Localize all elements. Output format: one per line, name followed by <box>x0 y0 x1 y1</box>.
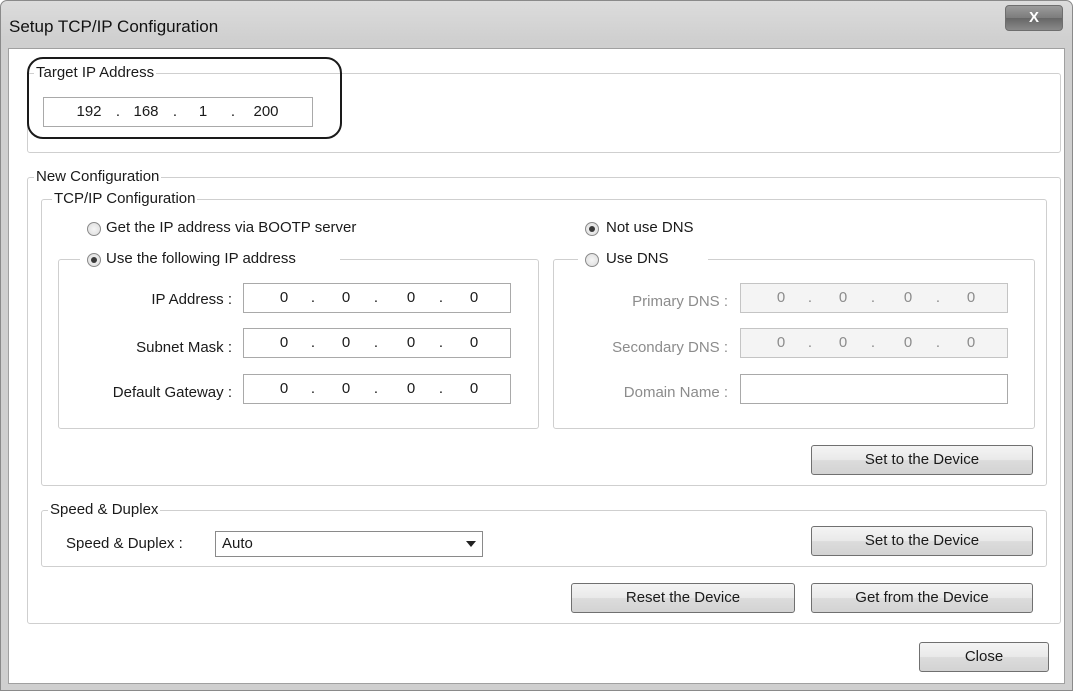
close-button-label: Close <box>964 648 1004 665</box>
static-ip-label[interactable]: Use the following IP address <box>106 250 296 268</box>
close-button[interactable]: Close <box>919 642 1049 672</box>
ip-dot: . <box>373 334 379 351</box>
ip-address-label: IP Address : <box>151 291 232 308</box>
target-ip-octet-2: 168 <box>133 103 159 120</box>
get-from-device-label: Get from the Device <box>855 589 989 606</box>
ip-address-field[interactable]: 0 . 0 . 0 . 0 <box>243 283 511 313</box>
target-ip-octet-1: 192 <box>76 103 102 120</box>
subnet-mask-field[interactable]: 0 . 0 . 0 . 0 <box>243 328 511 358</box>
speed-set-to-device-button[interactable]: Set to the Device <box>811 526 1033 556</box>
ip-dot: . <box>310 289 316 306</box>
pdns-octet-2: 0 <box>838 289 848 306</box>
tcpip-legend: TCP/IP Configuration <box>52 190 198 208</box>
gateway-octet-1: 0 <box>279 380 289 397</box>
subnet-octet-2: 0 <box>341 334 351 351</box>
ip-dot: . <box>310 380 316 397</box>
chevron-down-icon[interactable] <box>466 541 476 547</box>
gateway-octet-3: 0 <box>406 380 416 397</box>
subnet-mask-label: Subnet Mask : <box>136 339 232 356</box>
target-ip-field[interactable]: 192 . 168 . 1 . 200 <box>43 97 313 127</box>
gateway-label: Default Gateway : <box>112 384 232 401</box>
bootp-radio[interactable] <box>87 222 101 236</box>
domain-name-label: Domain Name : <box>623 384 728 401</box>
bootp-label[interactable]: Get the IP address via BOOTP server <box>106 219 356 237</box>
use-dns-label[interactable]: Use DNS <box>606 250 669 268</box>
ip-dot: . <box>438 334 444 351</box>
reset-device-button[interactable]: Reset the Device <box>571 583 795 613</box>
target-ip-legend: Target IP Address <box>34 64 157 82</box>
new-config-legend: New Configuration <box>34 168 162 186</box>
speed-duplex-label: Speed & Duplex : <box>66 535 183 552</box>
speed-duplex-value: Auto <box>222 535 253 552</box>
ip-octet-3: 0 <box>406 289 416 306</box>
ip-dot: . <box>115 103 121 120</box>
ip-dot: . <box>935 289 941 306</box>
gateway-field[interactable]: 0 . 0 . 0 . 0 <box>243 374 511 404</box>
subnet-octet-1: 0 <box>279 334 289 351</box>
static-ip-radio[interactable] <box>87 253 101 267</box>
secondary-dns-label: Secondary DNS : <box>612 339 728 356</box>
sdns-octet-4: 0 <box>966 334 976 351</box>
close-icon[interactable]: X <box>1005 5 1063 31</box>
subnet-octet-4: 0 <box>469 334 479 351</box>
ip-dot: . <box>310 334 316 351</box>
window-title: Setup TCP/IP Configuration <box>9 17 219 36</box>
use-dns-radio[interactable] <box>585 253 599 267</box>
target-ip-octet-3: 1 <box>198 103 208 120</box>
secondary-dns-field[interactable]: 0 . 0 . 0 . 0 <box>740 328 1008 358</box>
sdns-octet-3: 0 <box>903 334 913 351</box>
get-from-device-button[interactable]: Get from the Device <box>811 583 1033 613</box>
subnet-octet-3: 0 <box>406 334 416 351</box>
no-dns-radio[interactable] <box>585 222 599 236</box>
sdns-octet-2: 0 <box>838 334 848 351</box>
ip-dot: . <box>230 103 236 120</box>
ip-dot: . <box>935 334 941 351</box>
ip-octet-4: 0 <box>469 289 479 306</box>
target-ip-octet-4: 200 <box>253 103 279 120</box>
speed-duplex-legend: Speed & Duplex <box>48 501 161 519</box>
reset-device-label: Reset the Device <box>625 589 741 606</box>
ip-dot: . <box>373 380 379 397</box>
speed-set-to-device-label: Set to the Device <box>864 532 980 549</box>
ip-dot: . <box>807 289 813 306</box>
primary-dns-label: Primary DNS : <box>632 293 728 310</box>
tcpip-set-to-device-label: Set to the Device <box>864 451 980 468</box>
ip-dot: . <box>172 103 178 120</box>
sdns-octet-1: 0 <box>776 334 786 351</box>
ip-octet-1: 0 <box>279 289 289 306</box>
domain-name-field[interactable] <box>740 374 1008 404</box>
ip-dot: . <box>373 289 379 306</box>
title-bar: Setup TCP/IP Configuration X <box>1 1 1072 49</box>
no-dns-label[interactable]: Not use DNS <box>606 219 694 237</box>
ip-dot: . <box>807 334 813 351</box>
ip-dot: . <box>438 289 444 306</box>
gateway-octet-2: 0 <box>341 380 351 397</box>
pdns-octet-3: 0 <box>903 289 913 306</box>
tcpip-set-to-device-button[interactable]: Set to the Device <box>811 445 1033 475</box>
pdns-octet-1: 0 <box>776 289 786 306</box>
ip-dot: . <box>870 289 876 306</box>
primary-dns-field[interactable]: 0 . 0 . 0 . 0 <box>740 283 1008 313</box>
speed-duplex-select[interactable]: Auto <box>215 531 483 557</box>
gateway-octet-4: 0 <box>469 380 479 397</box>
pdns-octet-4: 0 <box>966 289 976 306</box>
ip-octet-2: 0 <box>341 289 351 306</box>
ip-dot: . <box>870 334 876 351</box>
ip-dot: . <box>438 380 444 397</box>
